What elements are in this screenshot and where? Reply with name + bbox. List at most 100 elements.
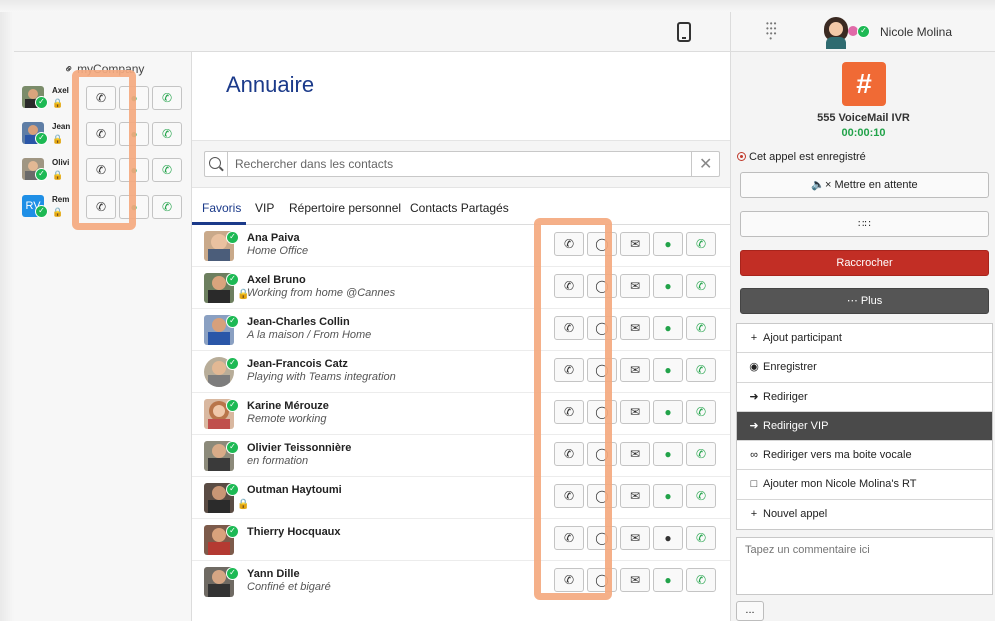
- menu-item-add-rt[interactable]: □ Ajouter mon Nicole Molina's RT: [737, 470, 992, 500]
- transfer-call-button[interactable]: ✆: [554, 274, 584, 298]
- call-button[interactable]: ✆: [686, 526, 716, 550]
- contact-row[interactable]: ✓ Karine Mérouze Remote working ✆ ◯ ✉ ● …: [192, 393, 730, 435]
- ellipsis-button[interactable]: ...: [736, 601, 764, 621]
- call-button[interactable]: ✆: [686, 568, 716, 592]
- email-button[interactable]: ✉: [620, 568, 650, 592]
- contact-row[interactable]: ✓ 🔒 Axel Bruno Working from home @Cannes…: [192, 267, 730, 309]
- chat-button[interactable]: ●: [119, 158, 149, 182]
- transfer-call-button[interactable]: ✆: [86, 195, 116, 219]
- menu-item-add-participant[interactable]: + Ajout participant: [737, 324, 992, 354]
- menu-item-redirect-vip[interactable]: ➜ Rediriger VIP: [737, 411, 992, 442]
- call-button[interactable]: ✆: [152, 86, 182, 110]
- contact-row[interactable]: ✓ Jean-Francois Catz Playing with Teams …: [192, 351, 730, 393]
- video-button[interactable]: ◯: [587, 526, 617, 550]
- transfer-call-button[interactable]: ✆: [554, 316, 584, 340]
- chat-button[interactable]: ●: [653, 400, 683, 424]
- user-avatar[interactable]: [822, 15, 850, 49]
- transfer-call-button[interactable]: ✆: [554, 442, 584, 466]
- call-button[interactable]: ✆: [686, 232, 716, 256]
- transfer-call-button[interactable]: ✆: [554, 400, 584, 424]
- contact-row[interactable]: ✓ Thierry Hocquaux ✆ ◯ ✉ ● ✆: [192, 519, 730, 561]
- hangup-button[interactable]: Raccrocher: [740, 250, 989, 276]
- menu-item-redirect[interactable]: ➜ Rediriger: [737, 383, 992, 412]
- email-button[interactable]: ✉: [620, 526, 650, 550]
- call-button[interactable]: ✆: [686, 274, 716, 298]
- tab-contacts-partages[interactable]: Contacts Partagés: [410, 201, 509, 215]
- email-button[interactable]: ✉: [620, 484, 650, 508]
- more-button[interactable]: ⋯ Plus: [740, 288, 989, 314]
- chat-button[interactable]: ●: [119, 195, 149, 219]
- chat-button[interactable]: ●: [653, 526, 683, 550]
- call-button[interactable]: ✆: [686, 484, 716, 508]
- tab-vip[interactable]: VIP: [255, 201, 274, 215]
- email-button[interactable]: ✉: [620, 442, 650, 466]
- video-button[interactable]: ◯: [587, 358, 617, 382]
- video-button[interactable]: ◯: [587, 400, 617, 424]
- video-button[interactable]: ◯: [587, 232, 617, 256]
- contact-row[interactable]: ✓ Olivier Teissonnière en formation ✆ ◯ …: [192, 435, 730, 477]
- search-input[interactable]: [235, 156, 685, 172]
- video-button[interactable]: ◯: [587, 316, 617, 340]
- menu-item-new-call[interactable]: + Nouvel appel: [737, 500, 992, 529]
- chat-button[interactable]: ●: [119, 122, 149, 146]
- current-user-name[interactable]: Nicole Molina: [880, 25, 952, 39]
- chat-button[interactable]: ●: [653, 442, 683, 466]
- chat-button[interactable]: ●: [653, 568, 683, 592]
- clear-icon[interactable]: ✕: [699, 154, 712, 174]
- call-button[interactable]: ✆: [686, 358, 716, 382]
- transfer-call-button[interactable]: ✆: [86, 122, 116, 146]
- call-button[interactable]: ✆: [152, 122, 182, 146]
- presence-icon: ✓: [226, 273, 239, 286]
- chat-button[interactable]: ●: [653, 484, 683, 508]
- transfer-call-button[interactable]: ✆: [554, 568, 584, 592]
- email-button[interactable]: ✉: [620, 358, 650, 382]
- contact-row[interactable]: ✓ Jean-Charles Collin A la maison / From…: [192, 309, 730, 351]
- contact-row[interactable]: ✓ Ana Paiva Home Office ✆ ◯ ✉ ● ✆: [192, 225, 730, 267]
- comment-field[interactable]: [736, 537, 993, 595]
- caller-name: 555 VoiceMail IVR: [817, 112, 910, 124]
- video-button[interactable]: ◯: [587, 442, 617, 466]
- transfer-call-button[interactable]: ✆: [554, 484, 584, 508]
- chat-button[interactable]: ●: [119, 86, 149, 110]
- call-button[interactable]: ✆: [686, 316, 716, 340]
- contact-row[interactable]: ✓ Yann Dille Confiné et bigaré ✆ ◯ ✉ ● ✆: [192, 561, 730, 603]
- call-timer: 00:00:10: [841, 127, 886, 139]
- transfer-call-button[interactable]: ✆: [86, 158, 116, 182]
- chat-button[interactable]: ●: [653, 316, 683, 340]
- email-button[interactable]: ✉: [620, 400, 650, 424]
- chat-button[interactable]: ●: [653, 232, 683, 256]
- menu-item-redirect-voicemail[interactable]: ∞ Rediriger vers ma boite vocale: [737, 441, 992, 471]
- transfer-call-button[interactable]: ✆: [554, 358, 584, 382]
- presence-icon: ✓: [226, 315, 239, 328]
- transfer-call-button[interactable]: ✆: [554, 232, 584, 256]
- chat-button[interactable]: ●: [653, 358, 683, 382]
- tab-repertoire-personnel[interactable]: Répertoire personnel: [289, 201, 401, 215]
- call-button[interactable]: ✆: [152, 158, 182, 182]
- call-button[interactable]: ✆: [686, 442, 716, 466]
- mobile-phone-icon[interactable]: [677, 22, 691, 42]
- video-button[interactable]: ◯: [587, 274, 617, 298]
- email-button[interactable]: ✉: [620, 232, 650, 256]
- dialpad-button[interactable]: ∷∷: [740, 211, 989, 237]
- dialpad-icon[interactable]: ••• ••• ••• •: [766, 20, 782, 43]
- menu-item-record[interactable]: ◉ Enregistrer: [737, 353, 992, 383]
- presence-icon: ✓: [226, 483, 239, 496]
- company-label[interactable]: ⚭myCompany: [61, 60, 145, 77]
- transfer-call-button[interactable]: ✆: [86, 86, 116, 110]
- call-button[interactable]: ✆: [152, 195, 182, 219]
- video-button[interactable]: ◯: [587, 484, 617, 508]
- sidebar-user-row: ✓ Olivi 🔒 ✆ ● ✆: [22, 158, 192, 188]
- contact-status: Working from home @Cannes: [247, 287, 396, 299]
- video-button[interactable]: ◯: [587, 568, 617, 592]
- email-button[interactable]: ✉: [620, 316, 650, 340]
- transfer-call-button[interactable]: ✆: [554, 526, 584, 550]
- sidebar-user-name: Axel: [52, 86, 69, 95]
- call-button[interactable]: ✆: [686, 400, 716, 424]
- tab-favoris[interactable]: Favoris: [202, 201, 241, 215]
- email-button[interactable]: ✉: [620, 274, 650, 298]
- contact-row[interactable]: ✓ 🔒 Outman Haytoumi ✆ ◯ ✉ ● ✆: [192, 477, 730, 519]
- hold-button[interactable]: 🔈× Mettre en attente: [740, 172, 989, 198]
- presence-icon: ✓: [35, 96, 48, 109]
- chat-button[interactable]: ●: [653, 274, 683, 298]
- call-actions-menu: + Ajout participant ◉ Enregistrer ➜ Redirig…: [736, 323, 993, 531]
